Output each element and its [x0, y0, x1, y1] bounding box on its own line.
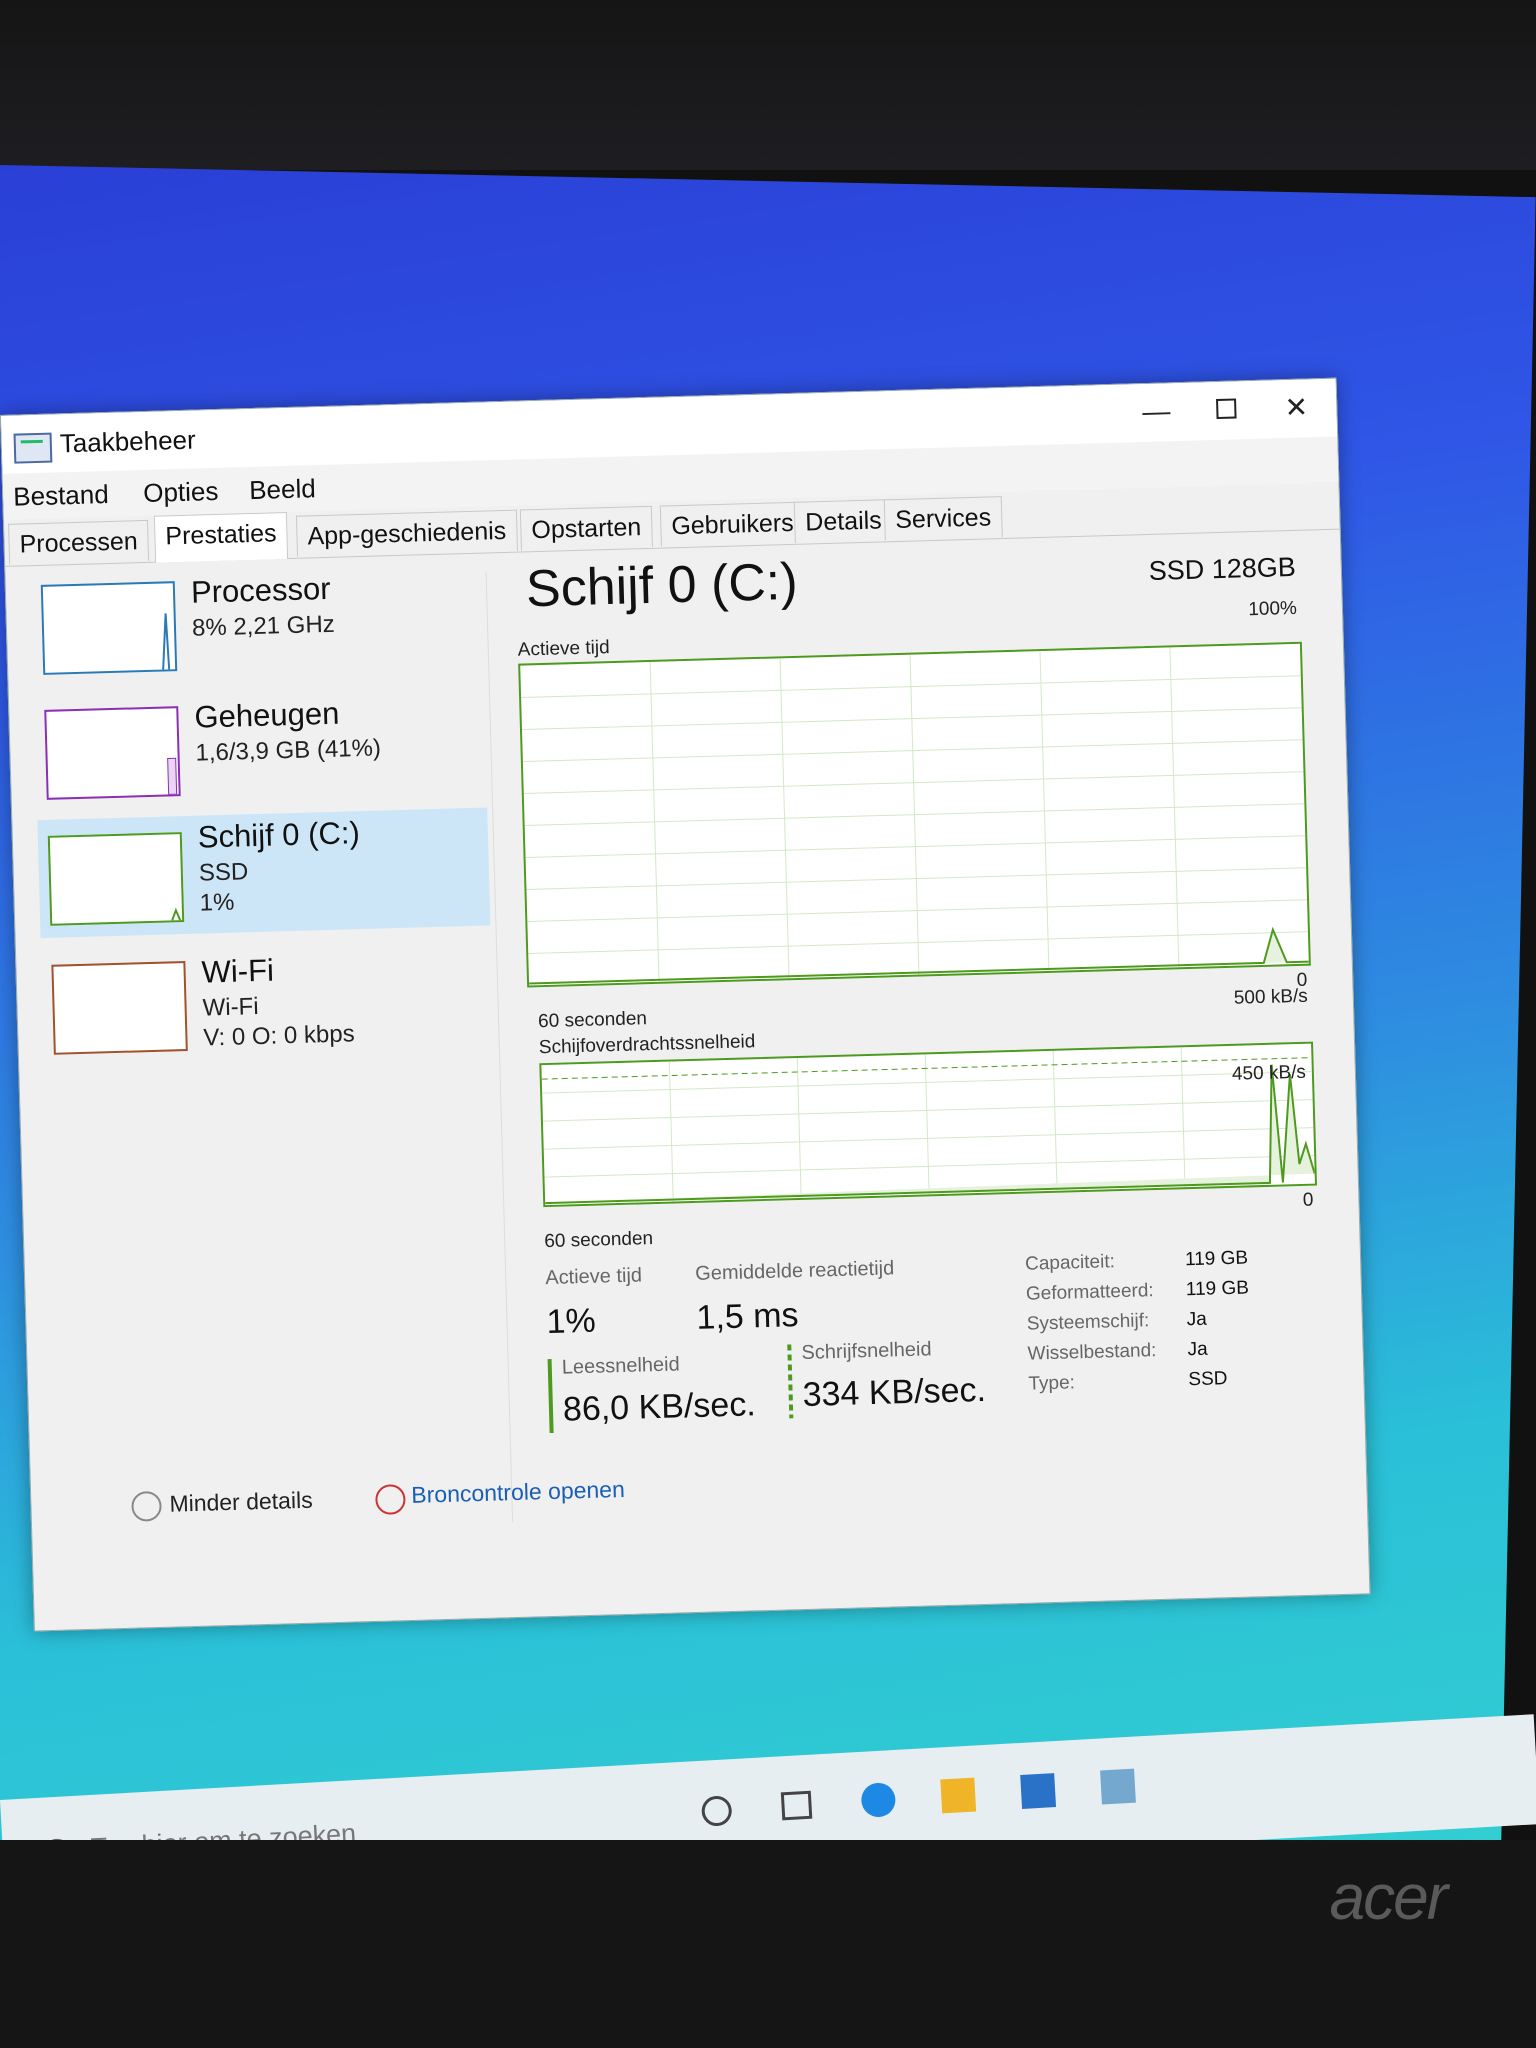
edge-browser-icon[interactable] [860, 1782, 897, 1818]
avg-response-value: 1,5 ms [695, 1296, 800, 1337]
property-value: Ja [1187, 1338, 1208, 1361]
transfer-graph-marker: 450 kB/s [1231, 1061, 1307, 1085]
resource-processor[interactable]: Processor 8% 2,21 GHz [30, 563, 483, 686]
resource-value: 8% 2,21 GHz [191, 610, 336, 642]
resource-type: Wi-Fi [202, 993, 259, 1022]
disk-model: SSD 128GB [1148, 551, 1297, 586]
tab-details[interactable]: Details [793, 499, 894, 543]
resource-name: Geheugen [194, 695, 340, 735]
tab-prestaties[interactable]: Prestaties [153, 512, 289, 563]
task-manager-taskbar-icon[interactable] [1100, 1768, 1136, 1805]
active-time-graph-max: 100% [1248, 597, 1298, 621]
screen-bezel-top [0, 0, 1536, 170]
resource-name: Wi-Fi [201, 952, 275, 990]
task-manager-window: Taakbeheer — ✕ Bestand Opties Beeld Proc… [0, 377, 1371, 1632]
active-time-gridlines [521, 647, 1309, 985]
memory-thumbnail-graph [44, 706, 181, 800]
resource-type: SSD [198, 858, 249, 887]
resource-memory[interactable]: Geheugen 1,6/3,9 GB (41%) [34, 688, 487, 811]
detail-title: Schijf 0 (C:) [525, 552, 799, 619]
property-value: 119 GB [1185, 1277, 1250, 1301]
chevron-up-icon[interactable] [131, 1490, 162, 1522]
tab-processen[interactable]: Processen [8, 519, 150, 565]
property-key: Geformatteerd: [1025, 1280, 1154, 1305]
tab-services[interactable]: Services [883, 496, 1003, 541]
write-speed-label: Schrijfsnelheid [801, 1338, 932, 1364]
active-time-graph [518, 641, 1311, 988]
disk-thumbnail-graph [47, 832, 185, 926]
resource-name: Schijf 0 (C:) [197, 815, 361, 855]
screen-bezel-bottom [0, 1840, 1536, 2048]
property-key: Type: [1028, 1372, 1076, 1395]
read-speed-label: Leessnelheid [561, 1353, 680, 1379]
menu-opties[interactable]: Opties [143, 476, 219, 509]
resource-value: 1% [199, 888, 235, 917]
tab-app-geschiedenis[interactable]: App-geschiedenis [295, 509, 518, 557]
disk-detail-pane: Schijf 0 (C:) SSD 128GB Actieve tijd 100… [505, 529, 1343, 1551]
property-key: Systeemschijf: [1026, 1310, 1150, 1335]
transfer-rate-graph: 450 kB/s [539, 1041, 1318, 1208]
avg-response-label: Gemiddelde reactietijd [694, 1257, 895, 1285]
resource-wifi[interactable]: Wi-Fi Wi-Fi V: 0 O: 0 kbps [41, 942, 494, 1065]
acer-logo: acer [1329, 1861, 1448, 1933]
mail-icon[interactable] [1020, 1773, 1057, 1809]
maximize-button[interactable] [1196, 387, 1257, 433]
menu-bestand[interactable]: Bestand [13, 479, 109, 513]
read-speed-value: 86,0 KB/sec. [562, 1385, 757, 1429]
write-speed-value: 334 KB/sec. [802, 1370, 987, 1414]
minimize-button[interactable]: — [1126, 389, 1187, 435]
transfer-graph-label: Schijfoverdrachtssnelheid [538, 1031, 756, 1059]
active-time-value: 1% [546, 1301, 597, 1342]
property-key: Wisselbestand: [1027, 1340, 1157, 1365]
active-time-graph-label: Actieve tijd [517, 637, 610, 661]
active-time-graph-duration: 60 seconden [537, 1008, 648, 1033]
property-key: Capaciteit: [1024, 1251, 1116, 1275]
resource-monitor-icon[interactable] [375, 1484, 406, 1515]
transfer-graph-min: 0 [1302, 1189, 1314, 1211]
processor-thumbnail-graph [40, 581, 178, 675]
less-details-link[interactable]: Minder details [169, 1487, 313, 1518]
resource-list: Processor 8% 2,21 GHz Geheugen 1,6/3,9 G… [5, 553, 513, 1566]
window-title: Taakbeheer [59, 424, 197, 459]
resource-monitor-link[interactable]: Broncontrole openen [411, 1476, 625, 1509]
property-value: SSD [1188, 1368, 1228, 1391]
task-view-icon[interactable] [780, 1790, 813, 1821]
file-explorer-icon[interactable] [940, 1777, 977, 1814]
property-value: 119 GB [1184, 1247, 1249, 1271]
tab-opstarten[interactable]: Opstarten [519, 505, 653, 551]
transfer-rate-gridlines [541, 1047, 1315, 1205]
active-time-label: Actieve tijd [545, 1264, 643, 1290]
read-rate-indicator [547, 1358, 554, 1434]
close-button[interactable]: ✕ [1266, 385, 1327, 431]
wifi-thumbnail-graph [51, 961, 188, 1055]
resource-value: V: 0 O: 0 kbps [203, 1020, 355, 1052]
cortana-icon[interactable] [700, 1795, 733, 1827]
resource-name: Processor [190, 570, 332, 610]
transfer-graph-duration: 60 seconden [543, 1228, 654, 1253]
property-value: Ja [1186, 1308, 1208, 1331]
transfer-graph-max: 500 kB/s [1233, 985, 1309, 1009]
menu-beeld[interactable]: Beeld [249, 473, 316, 506]
tab-gebruikers[interactable]: Gebruikers [659, 501, 806, 547]
task-manager-icon [13, 432, 53, 464]
resource-disk-0[interactable]: Schijf 0 (C:) SSD 1% [37, 807, 491, 939]
resource-value: 1,6/3,9 GB (41%) [195, 734, 382, 767]
write-rate-indicator [787, 1344, 794, 1419]
